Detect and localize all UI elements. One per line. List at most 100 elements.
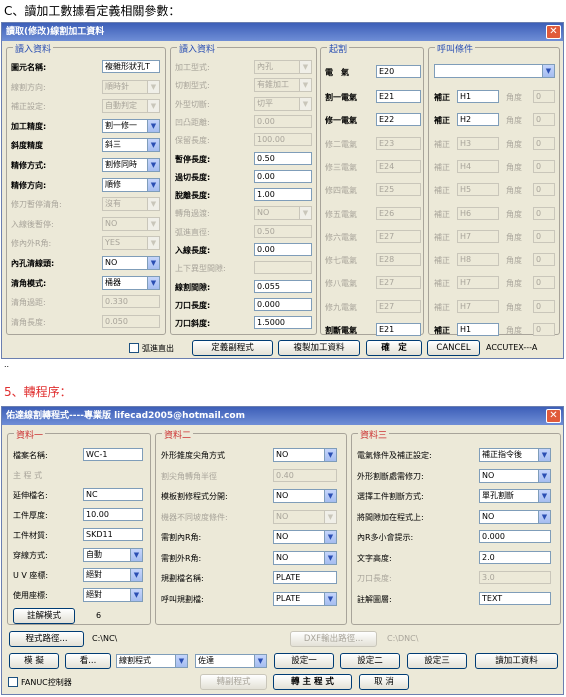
electric-field[interactable]: E20 — [376, 65, 421, 78]
material-field[interactable]: SKD11 — [83, 528, 143, 541]
text-field[interactable] — [254, 261, 312, 275]
dropdown-select[interactable]: NO ▼ — [102, 216, 160, 231]
angle-field[interactable]: 0 — [533, 113, 555, 127]
setting-two-button[interactable]: 設定二 — [340, 653, 400, 669]
threading-select[interactable]: 自動 ▼ — [83, 548, 143, 562]
electric-field[interactable]: E22 — [376, 113, 421, 127]
angle-field[interactable]: 0 — [533, 136, 555, 150]
compensation-field[interactable]: H1 — [457, 90, 499, 103]
dropdown-select[interactable]: NO ▼ — [479, 509, 551, 524]
text-field[interactable]: 0.055 — [254, 279, 312, 293]
dropdown-select[interactable]: NO ▼ — [273, 448, 337, 462]
text-field[interactable]: 複雜形狀孔T — [102, 60, 160, 73]
extension-field[interactable]: NC — [83, 488, 143, 501]
compensation-field[interactable]: H8 — [457, 253, 499, 267]
text-field[interactable]: 1.00 — [254, 188, 312, 202]
angle-field[interactable]: 0 — [533, 183, 555, 197]
text-field[interactable]: 0.330 — [102, 295, 160, 309]
angle-field[interactable]: 0 — [533, 276, 555, 290]
electric-field[interactable]: E21 — [376, 90, 421, 103]
compensation-field[interactable]: H3 — [457, 136, 499, 150]
text-field[interactable]: 2.0 — [479, 550, 551, 564]
text-field[interactable]: 3.0 — [479, 571, 551, 584]
machine-select[interactable]: 佐達 ▼ — [195, 654, 267, 668]
electric-field[interactable]: E21 — [376, 323, 421, 336]
text-field[interactable]: TEXT — [479, 591, 551, 605]
dropdown-select[interactable]: 斜三 ▼ — [102, 138, 160, 153]
cancel-button[interactable]: 取 消 — [359, 674, 409, 690]
angle-field[interactable]: 0 — [533, 229, 555, 243]
convert-main-program-button[interactable]: 轉 主 程 式 — [273, 674, 352, 690]
dropdown-select[interactable]: NO ▼ — [273, 509, 337, 524]
angle-field[interactable]: 0 — [533, 253, 555, 267]
dropdown-select[interactable]: NO ▼ — [273, 530, 337, 544]
dropdown-select[interactable]: 順修 ▼ — [102, 177, 160, 192]
thickness-field[interactable]: 10.00 — [83, 508, 143, 521]
read-cut-data-button[interactable]: 讀加工資料 — [475, 653, 558, 669]
electric-field[interactable]: E27 — [376, 229, 421, 243]
angle-field[interactable]: 0 — [533, 299, 555, 313]
text-field[interactable]: 100.00 — [254, 133, 312, 147]
define-subprogram-button[interactable]: 定義副程式 — [192, 340, 273, 356]
convert-subprogram-button[interactable]: 轉副程式 — [200, 674, 267, 690]
text-field[interactable]: 0.50 — [254, 224, 312, 238]
dropdown-select[interactable]: 內孔 ▼ — [254, 60, 312, 74]
dropdown-select[interactable]: 沒有 ▼ — [102, 197, 160, 212]
text-field[interactable]: 0.000 — [254, 297, 312, 311]
dropdown-select[interactable]: 割一修一 ▼ — [102, 118, 160, 133]
dropdown-select[interactable]: 補正指令後 ▼ — [479, 448, 551, 462]
electric-field[interactable]: E27 — [376, 299, 421, 313]
compensation-field[interactable]: H1 — [457, 323, 499, 336]
compensation-field[interactable]: H7 — [457, 276, 499, 290]
compensation-field[interactable]: H4 — [457, 159, 499, 173]
call-condition-select[interactable]: ▼ — [434, 64, 555, 78]
electric-field[interactable]: E23 — [376, 136, 421, 150]
simulate-button[interactable]: 模 擬 — [9, 653, 59, 669]
file-name-field[interactable]: WC-1 — [83, 448, 143, 461]
electric-field[interactable]: E28 — [376, 253, 421, 267]
angle-field[interactable]: 0 — [533, 323, 555, 336]
compensation-field[interactable]: H5 — [457, 183, 499, 197]
fanuc-checkbox[interactable] — [8, 677, 18, 687]
use-coord-select[interactable]: 絕對 ▼ — [83, 588, 143, 602]
dropdown-select[interactable]: 切平 ▼ — [254, 96, 312, 111]
program-path-button[interactable]: 程式路徑... — [9, 631, 84, 647]
dropdown-select[interactable]: NO ▼ — [273, 550, 337, 565]
dropdown-select[interactable]: NO ▼ — [479, 468, 551, 483]
dropdown-select[interactable]: PLATE ▼ — [273, 591, 337, 606]
compensation-field[interactable]: H2 — [457, 113, 499, 127]
dropdown-select[interactable]: 自動判定 ▼ — [102, 99, 160, 114]
text-field[interactable]: 0.00 — [254, 114, 312, 128]
comment-mode-button[interactable]: 註解模式 — [13, 608, 75, 624]
program-type-select[interactable]: 線割程式 ▼ — [116, 654, 188, 668]
electric-field[interactable]: E26 — [376, 206, 421, 220]
dropdown-select[interactable]: 順時針 ▼ — [102, 79, 160, 94]
angle-field[interactable]: 0 — [533, 90, 555, 103]
copy-data-button[interactable]: 複製加工資料 — [278, 340, 360, 356]
dropdown-select[interactable]: 割修同時 ▼ — [102, 158, 160, 172]
setting-three-button[interactable]: 設定三 — [407, 653, 467, 669]
view-button[interactable]: 看... — [65, 653, 111, 669]
electric-field[interactable]: E24 — [376, 159, 421, 173]
text-field[interactable]: 0.50 — [254, 151, 312, 165]
dropdown-select[interactable]: 有錐加工 ▼ — [254, 78, 312, 93]
dropdown-select[interactable]: 單孔割斷 ▼ — [479, 489, 551, 503]
electric-field[interactable]: E25 — [376, 183, 421, 197]
close-button[interactable]: ✕ — [546, 25, 561, 39]
electric-field[interactable]: E27 — [376, 276, 421, 290]
dropdown-select[interactable]: YES ▼ — [102, 236, 160, 251]
compensation-field[interactable]: H6 — [457, 206, 499, 220]
uv-coord-select[interactable]: 絕對 ▼ — [83, 568, 143, 582]
text-field[interactable]: 0.00 — [254, 243, 312, 256]
compensation-field[interactable]: H7 — [457, 299, 499, 313]
ok-button[interactable]: 確 定 — [366, 340, 422, 356]
cancel-button[interactable]: CANCEL — [427, 340, 480, 356]
setting-one-button[interactable]: 設定一 — [274, 653, 334, 669]
text-field[interactable]: 0.40 — [273, 468, 337, 482]
angle-field[interactable]: 0 — [533, 206, 555, 220]
close-button[interactable]: ✕ — [546, 409, 561, 423]
text-field[interactable]: 1.5000 — [254, 316, 312, 330]
dropdown-select[interactable]: 桶器 ▼ — [102, 275, 160, 290]
dropdown-select[interactable]: NO ▼ — [102, 256, 160, 270]
text-field[interactable]: PLATE — [273, 571, 337, 584]
